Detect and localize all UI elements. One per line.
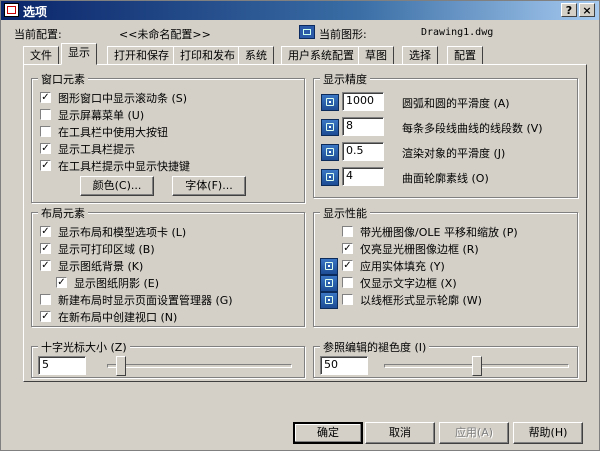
crosshair-size-input[interactable]: 5 [38,356,86,375]
checkbox[interactable] [342,226,353,237]
options-dialog: 选项 ? × 当前配置: <<未命名配置>> 当前图形: Drawing1.dw… [0,0,600,451]
checkbox[interactable]: ✓ [40,143,51,154]
display-performance-group: 显示性能 带光栅图像/OLE 平移和缩放 (P) ✓ 仅亮显光栅图像边框 (R)… [313,205,578,327]
display-performance-title: 显示性能 [320,205,370,221]
checkbox-label: 显示工具栏提示 [58,143,135,156]
apply-button-label: 应用(A) [454,426,494,439]
checkbox[interactable] [40,294,51,305]
checkbox-label: 显示可打印区域 (B) [58,243,155,256]
crosshair-size-group: 十字光标大小 (Z) 5 [31,339,305,378]
ok-button[interactable]: 确定 [293,422,363,444]
arc-smoothness-label: 圆弧和圆的平滑度 (A) [402,97,510,110]
checkbox-label: 显示屏幕菜单 (U) [58,109,145,122]
layout-elements-title: 布局元素 [38,205,88,221]
ok-button-label: 确定 [317,426,339,439]
crosshair-size-title: 十字光标大小 (Z) [38,339,130,355]
fonts-button[interactable]: 字体(F)... [172,176,246,196]
checkbox[interactable]: ✓ [56,277,67,288]
tab-drafting[interactable]: 草图 [358,46,394,64]
checkbox[interactable]: ✓ [40,226,51,237]
drawing-saved-icon [321,144,339,161]
polyline-segments-label: 每条多段线曲线的线段数 (V) [402,122,543,135]
checkbox-label: 新建布局时显示页面设置管理器 (G) [58,294,233,307]
drawing-saved-icon [320,275,338,292]
contour-lines-input[interactable]: 4 [342,167,384,186]
help-icon[interactable]: ? [561,3,577,17]
contour-lines-label: 曲面轮廓素线 (O) [402,172,489,185]
display-tab-panel: 窗口元素 ✓ 图形窗口中显示滚动条 (S) 显示屏幕菜单 (U) 在工具栏中使用… [23,64,587,382]
xref-fade-group: 参照编辑的褪色度 (I) 50 [313,339,578,378]
help-button[interactable]: 帮助(H) [513,422,583,444]
checkbox[interactable] [342,294,353,305]
drawing-icon [299,25,315,39]
colors-button-label: 颜色(C)... [92,179,142,192]
checkbox[interactable]: ✓ [40,260,51,271]
tab-display[interactable]: 显示 [61,43,97,65]
checkbox-label: 显示布局和模型选项卡 (L) [58,226,187,239]
display-resolution-group: 显示精度 1000 圆弧和圆的平滑度 (A) 8 每条多段线曲线的线段数 (V)… [313,71,578,198]
checkbox[interactable]: ✓ [40,160,51,171]
tab-plot-publish[interactable]: 打印和发布 [173,46,242,64]
checkbox-label: 应用实体填充 (Y) [360,260,445,273]
checkbox-label: 在工具栏提示中显示快捷键 [58,160,190,173]
display-resolution-title: 显示精度 [320,71,370,87]
checkbox-label: 图形窗口中显示滚动条 (S) [58,92,188,105]
checkbox[interactable]: ✓ [342,243,353,254]
checkbox[interactable]: ✓ [40,243,51,254]
tab-profiles[interactable]: 配置 [447,46,483,64]
tab-open-save[interactable]: 打开和保存 [107,46,176,64]
render-smoothness-label: 渲染对象的平滑度 (J) [402,147,506,160]
tab-files[interactable]: 文件 [23,46,59,64]
drawing-saved-icon [320,258,338,275]
cancel-button-label: 取消 [389,426,411,439]
apply-button[interactable]: 应用(A) [439,422,509,444]
current-config-label: 当前配置: [14,28,62,41]
checkbox[interactable] [342,277,353,288]
xref-fade-slider-thumb[interactable] [472,356,482,376]
checkbox-label: 仅亮显光栅图像边框 (R) [360,243,479,256]
arc-smoothness-input[interactable]: 1000 [342,92,384,111]
window-title: 选项 [23,5,48,19]
help-button-label: 帮助(H) [528,426,568,439]
fonts-button-label: 字体(F)... [185,179,233,192]
polyline-segments-input[interactable]: 8 [342,117,384,136]
xref-fade-input[interactable]: 50 [320,356,368,375]
checkbox[interactable]: ✓ [342,260,353,271]
current-config-value: <<未命名配置>> [119,28,211,41]
checkbox[interactable] [40,109,51,120]
checkbox-label: 在工具栏中使用大按钮 [58,126,168,139]
checkbox-label: 以线框形式显示轮廓 (W) [360,294,482,307]
window-elements-title: 窗口元素 [38,71,88,87]
checkbox-label: 显示图纸背景 (K) [58,260,144,273]
checkbox[interactable] [40,126,51,137]
checkbox[interactable]: ✓ [40,311,51,322]
checkbox-label: 在新布局中创建视口 (N) [58,311,178,324]
drawing-saved-icon [321,94,339,111]
checkbox[interactable]: ✓ [40,92,51,103]
autocad-app-icon [4,3,19,17]
current-drawing-label: 当前图形: [319,28,367,41]
tab-user-preferences[interactable]: 用户系统配置 [281,46,361,64]
tab-selection[interactable]: 选择 [402,46,438,64]
colors-button[interactable]: 颜色(C)... [80,176,154,196]
title-bar[interactable]: 选项 ? × [1,1,599,20]
checkbox-label: 显示图纸阴影 (E) [74,277,160,290]
crosshair-slider-thumb[interactable] [116,356,126,376]
drawing-saved-icon [321,169,339,186]
current-drawing-value: Drawing1.dwg [421,27,494,38]
cancel-button[interactable]: 取消 [365,422,435,444]
checkbox-label: 仅显示文字边框 (X) [360,277,457,290]
layout-elements-group: 布局元素 ✓ 显示布局和模型选项卡 (L) ✓ 显示可打印区域 (B) ✓ 显示… [31,205,305,327]
checkbox-label: 带光栅图像/OLE 平移和缩放 (P) [360,226,518,239]
drawing-saved-icon [320,292,338,309]
render-smoothness-input[interactable]: 0.5 [342,142,384,161]
window-elements-group: 窗口元素 ✓ 图形窗口中显示滚动条 (S) 显示屏幕菜单 (U) 在工具栏中使用… [31,71,305,203]
close-icon[interactable]: × [579,3,595,17]
crosshair-slider-track [107,364,292,368]
tab-system[interactable]: 系统 [238,46,274,64]
xref-fade-title: 参照编辑的褪色度 (I) [320,339,430,355]
drawing-saved-icon [321,119,339,136]
